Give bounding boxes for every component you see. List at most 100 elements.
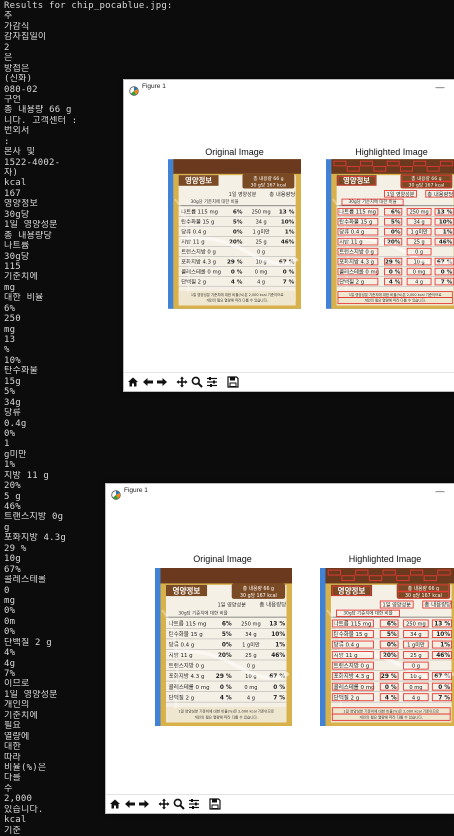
zoom-icon[interactable] bbox=[173, 798, 185, 810]
label-header: 영양정보 bbox=[173, 585, 201, 595]
label-calories: 30 g당 167 kcal bbox=[240, 592, 277, 599]
label-footer-line-2: 개인의 필요 열량에 따라 다를 수 있습니다. bbox=[195, 714, 258, 719]
nutrient-total: 0 g bbox=[257, 250, 265, 256]
terminal-line: 34g bbox=[4, 397, 21, 408]
original-image: 영양정보 총 내용량 66 g 30 g당 167 kcal 1일 영양성분 총 내용량… bbox=[168, 159, 301, 309]
nutrient-total: 25 g bbox=[245, 653, 256, 659]
matplotlib-icon bbox=[111, 487, 121, 500]
highlighted-image: 영양정보 총 내용량 66 g 30 g당 167 kcal 1일 영양성분 총 내용량… bbox=[320, 568, 454, 726]
pan-icon[interactable] bbox=[176, 376, 188, 388]
nutrient-total: 0 mg bbox=[255, 270, 268, 276]
nutrient-total: 4 g bbox=[247, 695, 255, 701]
nutrient-percent: 0% bbox=[233, 230, 243, 236]
label-footer-line-1: 1일 영양성분 기준치에 대한 비율(%)은 2,000 kcal 기준이므로 bbox=[349, 292, 442, 297]
terminal-line: 0% bbox=[4, 428, 16, 439]
terminal-line: 기준 bbox=[4, 825, 21, 836]
terminal-line: 감자칩일이 bbox=[4, 32, 47, 43]
nutrient-percent: 0 % bbox=[220, 685, 232, 691]
highlighted-image-title: Highlighted Image bbox=[355, 147, 428, 157]
pan-icon[interactable] bbox=[158, 798, 170, 810]
save-icon[interactable] bbox=[227, 376, 239, 388]
terminal-line: 추 bbox=[4, 11, 13, 22]
nutrient-name: 당류 0.4 g bbox=[181, 229, 206, 236]
navigation-toolbar bbox=[124, 372, 454, 391]
nutrient-total-percent: 1% bbox=[275, 643, 285, 649]
terminal-line: 2 bbox=[4, 42, 10, 53]
nutrient-name: 당류 0.4 g bbox=[169, 642, 195, 649]
home-icon[interactable] bbox=[127, 376, 139, 388]
nutrient-percent: 6% bbox=[222, 622, 232, 628]
terminal-line: Results for chip_pocablue.jpg: bbox=[4, 1, 173, 11]
label-footer-line-2: 개인의 필요 열량에 따라 다를 수 있습니다. bbox=[206, 297, 267, 302]
minimize-button[interactable]: — bbox=[435, 81, 445, 93]
label-header: 영양정보 bbox=[185, 176, 212, 185]
nutrient-total-percent: 7 % bbox=[283, 280, 295, 286]
nutrient-percent: 4 % bbox=[231, 280, 243, 286]
nutrient-total: 4 g bbox=[257, 280, 265, 286]
original-image-title: Original Image bbox=[205, 147, 264, 157]
window-title: Figure 1 bbox=[142, 83, 166, 90]
nutrient-percent: 29 % bbox=[227, 260, 243, 266]
terminal-line: 은 bbox=[4, 53, 13, 64]
nutrient-total: 0 mg bbox=[244, 685, 257, 691]
label-footer-line-2: 개인의 필요 열량에 따라 다를 수 있습니다. bbox=[364, 297, 425, 302]
label-net-weight: 총 내용량 66 g bbox=[243, 585, 274, 592]
minimize-button[interactable]: — bbox=[435, 485, 445, 497]
nutrient-total-percent: 13 % bbox=[279, 210, 295, 216]
nutrient-total: 250 mg bbox=[241, 622, 261, 628]
nutrient-total: 34 g bbox=[245, 632, 256, 638]
matplotlib-icon bbox=[129, 83, 139, 96]
save-icon[interactable] bbox=[209, 798, 221, 810]
label-footer-line-1: 1일 영양성분 기준치에 대한 비율(%)은 2,000 kcal 기준이므로 bbox=[178, 709, 274, 714]
nutrient-percent: 4 % bbox=[220, 695, 232, 701]
nutrient-total: 34 g bbox=[256, 220, 267, 226]
label-col-daily: 1일 영양성분 bbox=[229, 191, 257, 198]
terminal-line: 1 bbox=[4, 439, 10, 450]
nutrient-percent: 0 % bbox=[231, 270, 243, 276]
label-footer-line-1: 1일 영양성분 기준치에 대한 비율(%)은 2,000 kcal 기준이므로 bbox=[191, 292, 284, 297]
home-icon[interactable] bbox=[109, 798, 121, 810]
terminal-line: 당류 bbox=[4, 408, 21, 419]
nutrient-total: 25 g bbox=[256, 240, 267, 246]
nutrient-percent: 6% bbox=[233, 210, 243, 216]
label-footer-line-1: 1일 영양성분 기준치에 대한 비율(%)은 2,000 kcal 기준이므로 bbox=[343, 709, 439, 714]
terminal-line: 방접은 bbox=[4, 63, 30, 74]
highlighted-image-title: Highlighted Image bbox=[348, 554, 422, 564]
nutrient-total-percent: 1% bbox=[285, 230, 295, 236]
zoom-icon[interactable] bbox=[191, 376, 203, 388]
highlighted-image: 영양정보 총 내용량 66 g 30 g당 167 kcal 1일 영양성분 총 내용량… bbox=[326, 159, 454, 309]
window-titlebar[interactable]: Figure 1 — bbox=[124, 80, 454, 96]
original-image-title: Original Image bbox=[193, 554, 252, 564]
nutrient-total-percent: 10% bbox=[281, 220, 295, 226]
terminal-line: 1% bbox=[4, 460, 16, 471]
configure-icon[interactable] bbox=[188, 798, 200, 810]
terminal-line: 0.4g bbox=[4, 418, 27, 429]
nutrient-total-percent: 10% bbox=[271, 632, 285, 638]
back-icon[interactable] bbox=[124, 798, 136, 810]
forward-icon[interactable] bbox=[156, 376, 168, 388]
nutrient-total: 250 mg bbox=[252, 210, 271, 216]
nutrient-total-percent: 46% bbox=[281, 240, 295, 246]
nutrient-total-percent: 7 % bbox=[273, 695, 285, 701]
figure-window-1[interactable]: Figure 1 — Original Image Highlighted Im… bbox=[123, 79, 454, 392]
terminal-line: g미만 bbox=[4, 449, 27, 460]
nutrient-total-percent: 0 % bbox=[273, 685, 285, 691]
nutrient-total: 1 g미만 bbox=[253, 229, 270, 236]
window-titlebar[interactable]: Figure 1 — bbox=[106, 484, 454, 500]
figure-window-2[interactable]: Figure 1 — Original Image Highlighted Im… bbox=[105, 483, 454, 814]
nutrient-total: 0 g bbox=[247, 664, 255, 670]
configure-icon[interactable] bbox=[206, 376, 218, 388]
nutrient-total-percent: 0 % bbox=[283, 270, 295, 276]
nutrient-percent: 5% bbox=[233, 220, 243, 226]
label-header: 영양정보 bbox=[343, 176, 370, 185]
navigation-toolbar bbox=[106, 794, 454, 813]
forward-icon[interactable] bbox=[138, 798, 150, 810]
label-footer-line-2: 개인의 필요 열량에 따라 다를 수 있습니다. bbox=[360, 714, 423, 719]
nutrient-total-percent: 46% bbox=[271, 653, 285, 659]
original-image: 영양정보 총 내용량 66 g 30 g당 167 kcal 1일 영양성분 총 내용량… bbox=[155, 568, 292, 726]
window-title: Figure 1 bbox=[124, 487, 148, 494]
nutrient-total-percent: 13 % bbox=[269, 622, 285, 628]
nutrient-percent: 0% bbox=[222, 643, 232, 649]
back-icon[interactable] bbox=[142, 376, 154, 388]
terminal-line: kcal bbox=[4, 815, 27, 826]
